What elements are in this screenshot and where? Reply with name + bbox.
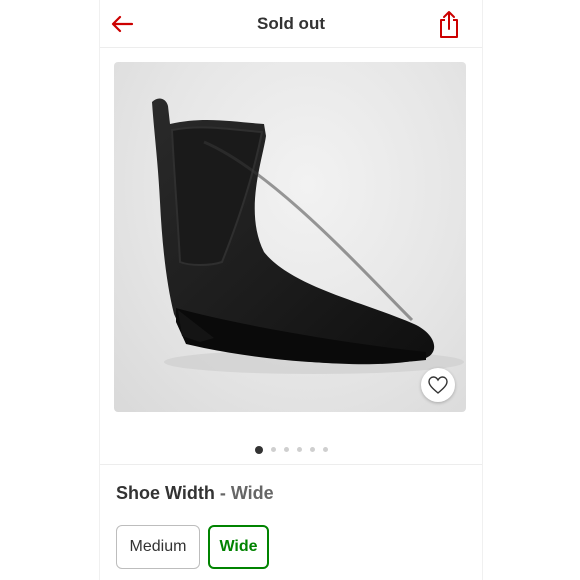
- carousel-dot-3[interactable]: [283, 447, 289, 453]
- page-title: Sold out: [257, 14, 325, 33]
- carousel-dot-6[interactable]: [322, 447, 328, 453]
- share-button[interactable]: [434, 8, 464, 40]
- carousel-dot-2[interactable]: [270, 447, 276, 453]
- width-option-wide[interactable]: Wide: [208, 525, 269, 569]
- right-margin: [482, 0, 580, 580]
- left-margin: [0, 0, 100, 580]
- width-option-medium[interactable]: Medium: [116, 525, 200, 569]
- divider: [100, 464, 482, 465]
- product-screen: Sold out Shoe Width - Wide Medium Wide: [100, 0, 482, 580]
- shoe-width-heading: Shoe Width - Wide: [116, 483, 274, 504]
- heart-icon: [428, 376, 448, 394]
- share-icon: [440, 11, 458, 38]
- carousel-dot-4[interactable]: [296, 447, 302, 453]
- variant-separator: -: [214, 483, 231, 503]
- favorite-button[interactable]: [421, 368, 455, 402]
- carousel-dot-5[interactable]: [309, 447, 315, 453]
- variant-selected-value: Wide: [230, 483, 274, 503]
- boot-image: [152, 98, 464, 374]
- carousel-dots: [100, 441, 482, 454]
- carousel-dot-1[interactable]: [254, 445, 263, 454]
- variant-label: Shoe Width: [116, 483, 215, 503]
- top-bar: Sold out: [100, 0, 482, 48]
- product-image[interactable]: [114, 62, 466, 412]
